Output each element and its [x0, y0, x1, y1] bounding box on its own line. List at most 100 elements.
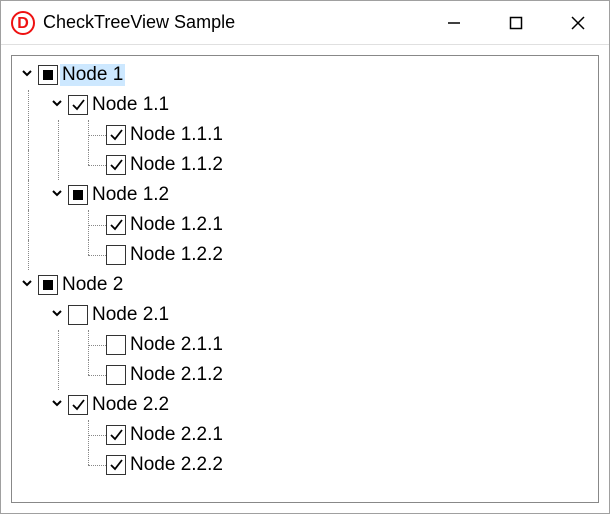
tree-guide — [16, 240, 46, 270]
node-label[interactable]: Node 1 — [60, 64, 125, 86]
tree-guide — [76, 360, 106, 390]
expander-toggle[interactable] — [46, 390, 68, 420]
tree-guide — [16, 180, 46, 210]
node-label[interactable]: Node 2 — [60, 274, 125, 296]
tree-node[interactable]: Node 1.1.2 — [16, 150, 598, 180]
checkmark-icon — [108, 457, 124, 473]
chevron-down-icon — [50, 96, 64, 115]
checkmark-icon — [108, 427, 124, 443]
expander-toggle[interactable] — [46, 180, 68, 210]
node-label[interactable]: Node 1.2.2 — [128, 244, 225, 266]
checkmark-icon — [70, 397, 86, 413]
close-button[interactable] — [547, 1, 609, 44]
checkbox[interactable] — [68, 395, 88, 415]
checkmark-icon — [108, 217, 124, 233]
tree-guide — [76, 450, 106, 480]
tree-guide — [16, 210, 46, 240]
tree-node[interactable]: Node 2.2 — [16, 390, 598, 420]
tree-guide — [46, 420, 76, 450]
tree-guide — [46, 240, 76, 270]
expander-toggle[interactable] — [46, 300, 68, 330]
tree-guide — [16, 120, 46, 150]
checkbox[interactable] — [38, 65, 58, 85]
tree-guide — [16, 360, 46, 390]
tree-guide — [46, 330, 76, 360]
tree-node[interactable]: Node 1 — [16, 60, 598, 90]
node-label[interactable]: Node 1.1.2 — [128, 154, 225, 176]
tree-guide — [46, 150, 76, 180]
chevron-down-icon — [50, 396, 64, 415]
checkbox[interactable] — [106, 365, 126, 385]
checkbox[interactable] — [68, 185, 88, 205]
tree-node[interactable]: Node 2.1.2 — [16, 360, 598, 390]
tree-node[interactable]: Node 2.1.1 — [16, 330, 598, 360]
expander-toggle[interactable] — [16, 270, 38, 300]
checkmark-icon — [108, 127, 124, 143]
tree-guide — [16, 90, 46, 120]
node-label[interactable]: Node 2.1 — [90, 304, 171, 326]
tree-node[interactable]: Node 2 — [16, 270, 598, 300]
maximize-button[interactable] — [485, 1, 547, 44]
tree-guide — [16, 420, 46, 450]
tree-guide — [46, 120, 76, 150]
app-icon-letter: D — [17, 15, 29, 32]
node-label[interactable]: Node 1.1 — [90, 94, 171, 116]
tree-node[interactable]: Node 2.1 — [16, 300, 598, 330]
titlebar: D CheckTreeView Sample — [1, 1, 609, 45]
chevron-down-icon — [20, 276, 34, 295]
checkmark-icon — [108, 157, 124, 173]
node-label[interactable]: Node 1.2 — [90, 184, 171, 206]
minimize-icon — [447, 16, 461, 30]
checkbox[interactable] — [106, 155, 126, 175]
indeterminate-icon — [43, 70, 53, 80]
node-label[interactable]: Node 2.2.2 — [128, 454, 225, 476]
checkbox[interactable] — [106, 455, 126, 475]
tree-node[interactable]: Node 1.1 — [16, 90, 598, 120]
checkbox[interactable] — [106, 425, 126, 445]
node-label[interactable]: Node 2.2 — [90, 394, 171, 416]
tree-guide — [76, 120, 106, 150]
node-label[interactable]: Node 2.2.1 — [128, 424, 225, 446]
tree-node[interactable]: Node 1.2 — [16, 180, 598, 210]
tree-node[interactable]: Node 1.2.1 — [16, 210, 598, 240]
indeterminate-icon — [73, 190, 83, 200]
checkbox[interactable] — [106, 335, 126, 355]
tree-view[interactable]: Node 1 Node 1.1 Node 1.1.1 Node 1.1.2 Node 1… — [11, 55, 599, 503]
tree-guide — [46, 210, 76, 240]
tree-node[interactable]: Node 2.2.2 — [16, 450, 598, 480]
window-controls — [423, 1, 609, 44]
tree-guide — [76, 420, 106, 450]
close-icon — [571, 16, 585, 30]
checkbox[interactable] — [106, 215, 126, 235]
chevron-down-icon — [50, 306, 64, 325]
checkbox[interactable] — [68, 305, 88, 325]
checkmark-icon — [70, 97, 86, 113]
chevron-down-icon — [20, 66, 34, 85]
tree-guide — [16, 450, 46, 480]
window-title: CheckTreeView Sample — [43, 12, 423, 33]
checkbox[interactable] — [68, 95, 88, 115]
tree-guide — [46, 450, 76, 480]
tree-guide — [76, 150, 106, 180]
chevron-down-icon — [50, 186, 64, 205]
node-label[interactable]: Node 2.1.1 — [128, 334, 225, 356]
tree-node[interactable]: Node 1.1.1 — [16, 120, 598, 150]
expander-toggle[interactable] — [16, 60, 38, 90]
app-icon: D — [11, 11, 35, 35]
tree-guide — [16, 300, 46, 330]
node-label[interactable]: Node 1.2.1 — [128, 214, 225, 236]
checkbox[interactable] — [106, 245, 126, 265]
checkbox[interactable] — [38, 275, 58, 295]
checkbox[interactable] — [106, 125, 126, 145]
node-label[interactable]: Node 1.1.1 — [128, 124, 225, 146]
tree-guide — [76, 330, 106, 360]
tree-node[interactable]: Node 1.2.2 — [16, 240, 598, 270]
minimize-button[interactable] — [423, 1, 485, 44]
tree-guide — [16, 150, 46, 180]
expander-toggle[interactable] — [46, 90, 68, 120]
node-label[interactable]: Node 2.1.2 — [128, 364, 225, 386]
tree-node[interactable]: Node 2.2.1 — [16, 420, 598, 450]
tree-guide — [16, 330, 46, 360]
tree-guide — [46, 360, 76, 390]
indeterminate-icon — [43, 280, 53, 290]
